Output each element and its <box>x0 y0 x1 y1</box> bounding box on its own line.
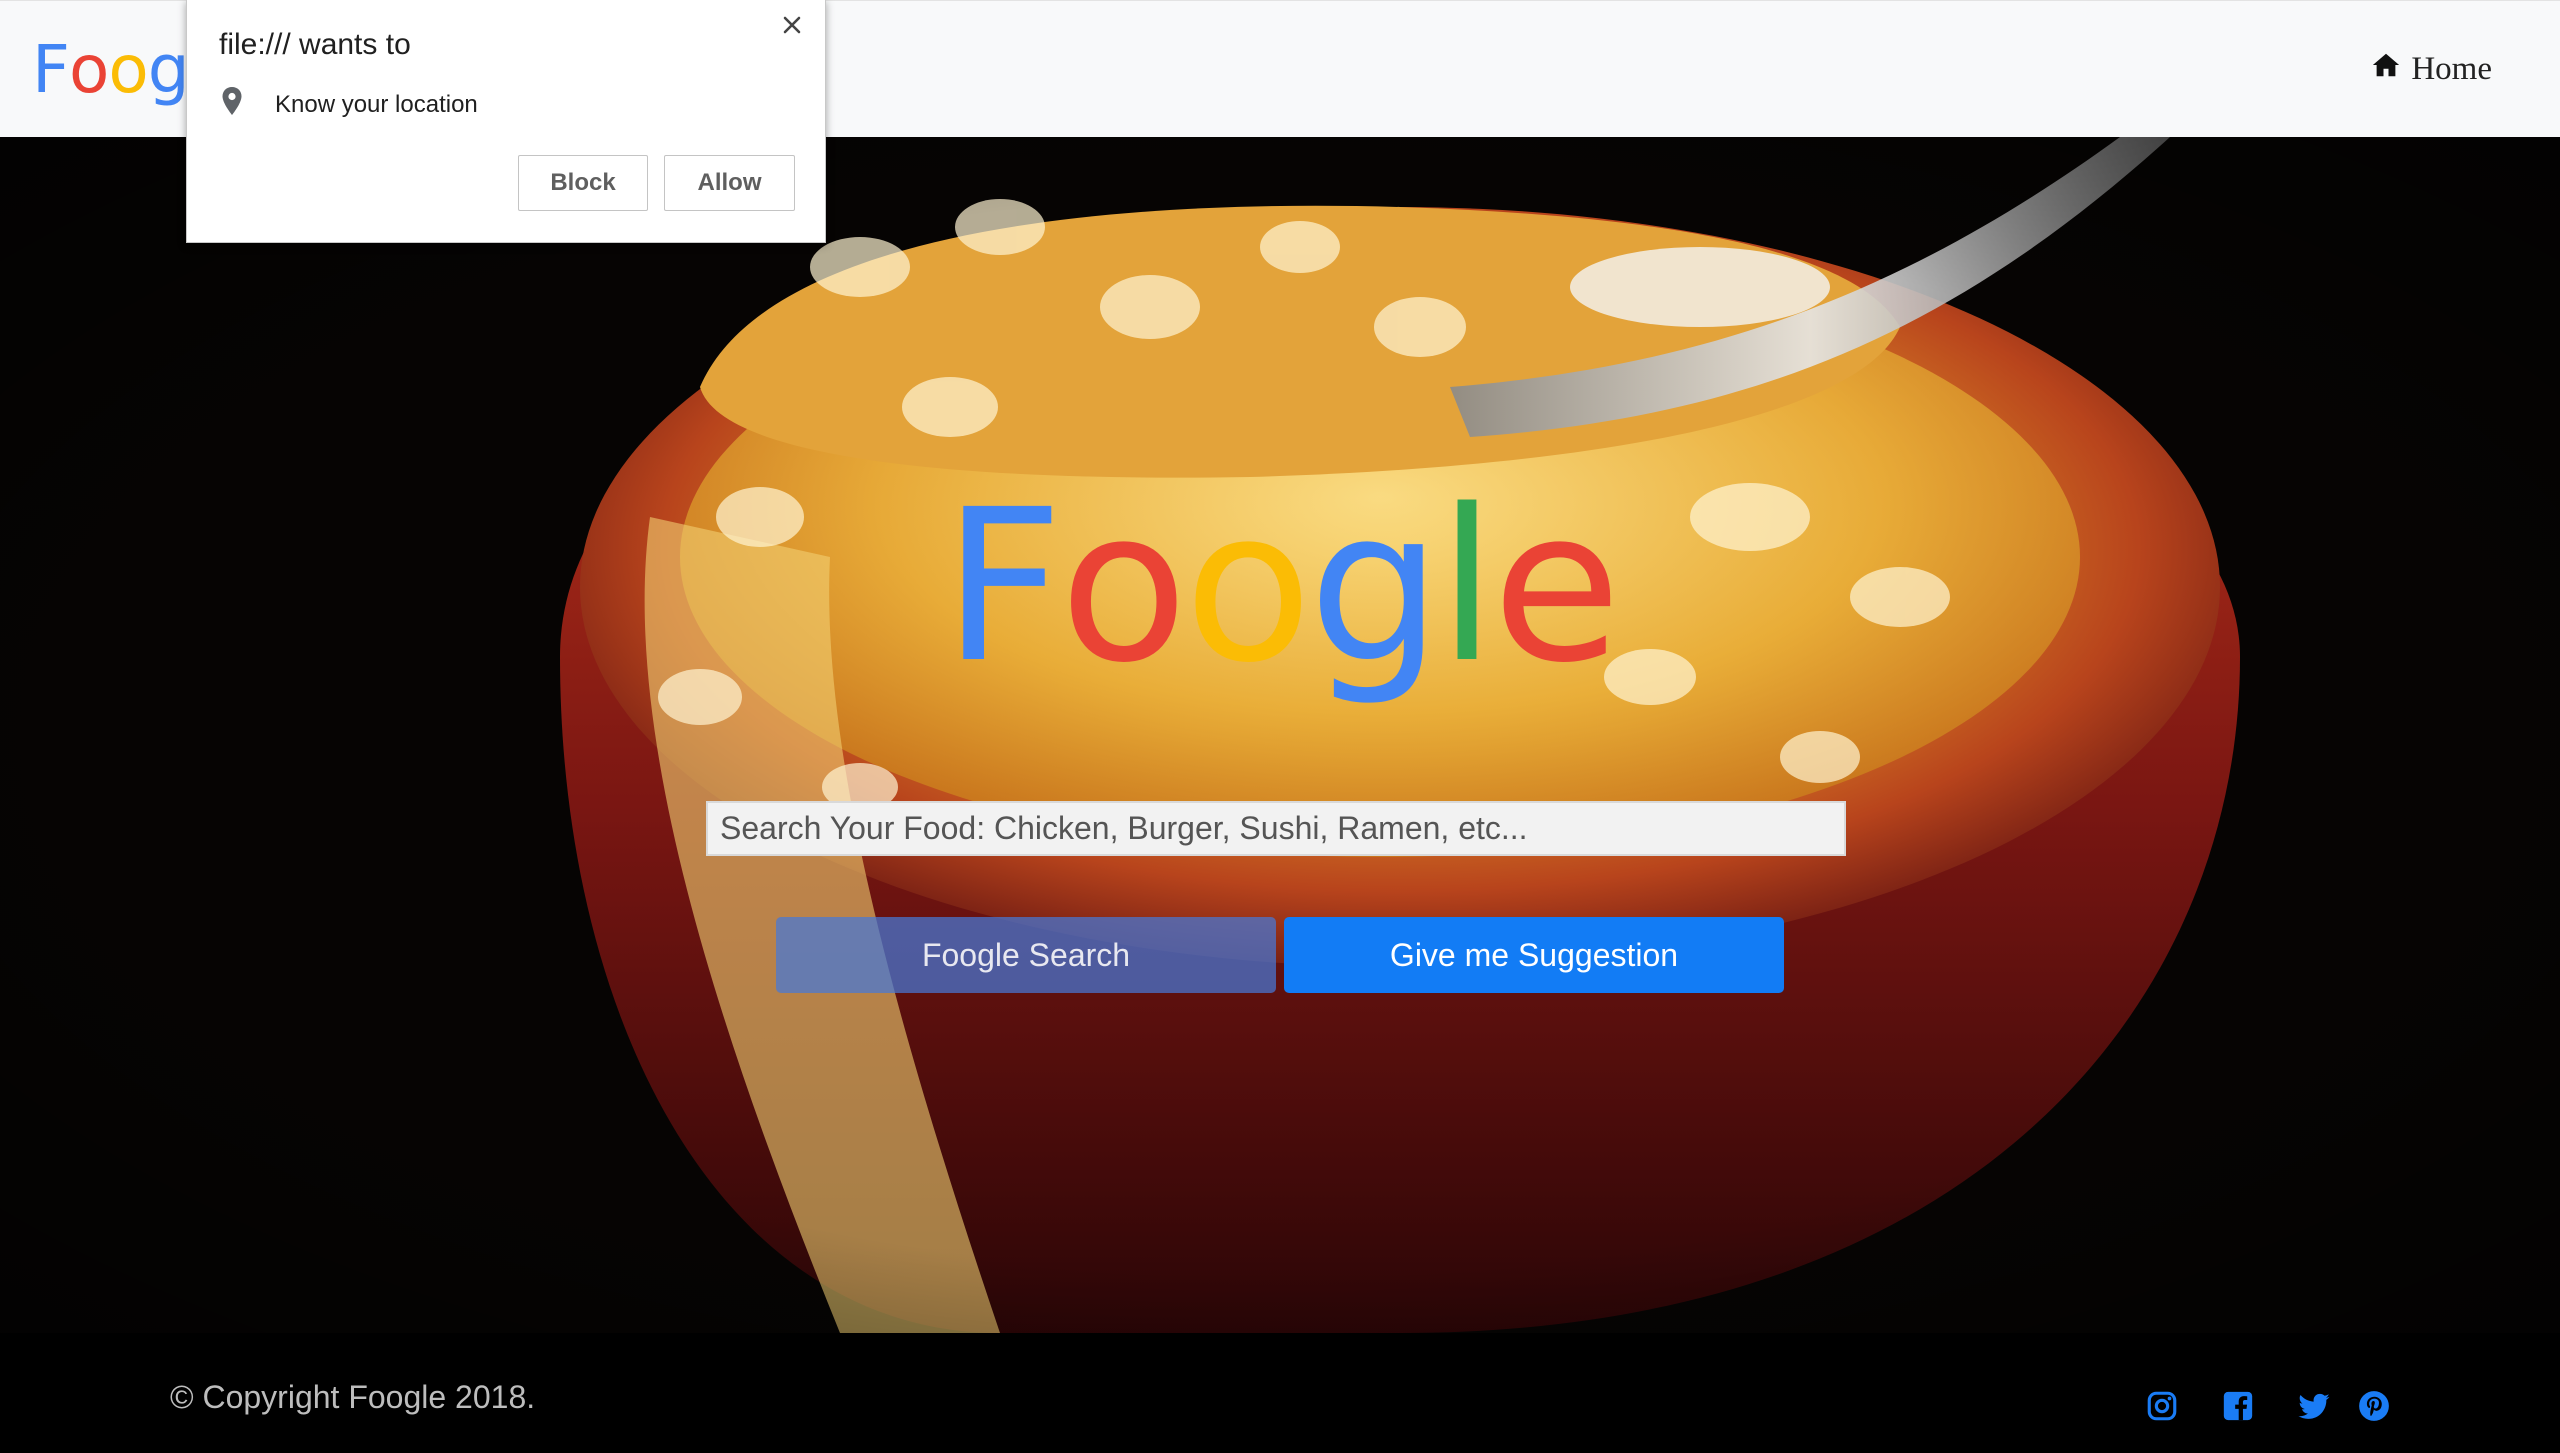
location-permission-popup: file:/// wants to Know your location Blo… <box>186 0 826 243</box>
give-me-suggestion-button[interactable]: Give me Suggestion <box>1284 917 1784 993</box>
pinterest-icon[interactable] <box>2357 1389 2391 1423</box>
block-button[interactable]: Block <box>518 155 648 211</box>
brand-letter-o1: o <box>68 30 109 108</box>
food-search-input[interactable] <box>706 801 1846 856</box>
facebook-icon[interactable] <box>2221 1389 2255 1423</box>
logo-letter-l: l <box>1437 464 1496 709</box>
copyright-text: © Copyright Foogle 2018. <box>170 1379 536 1415</box>
footer: © Copyright Foogle 2018. <box>0 1333 2560 1453</box>
foogle-search-button[interactable]: Foogle Search <box>776 917 1276 993</box>
hero-background-image <box>0 137 2560 1333</box>
home-icon <box>2371 50 2401 89</box>
close-icon[interactable] <box>777 10 807 40</box>
hero-foogle-logo: Foogle <box>0 482 2560 692</box>
brand-letter-g: g <box>147 30 190 108</box>
logo-letter-o2: o <box>1183 464 1313 709</box>
instagram-icon[interactable] <box>2145 1389 2179 1423</box>
permission-text: Know your location <box>275 90 478 118</box>
logo-letter-o1: o <box>1059 464 1188 709</box>
brand-letter-f: F <box>32 30 70 108</box>
logo-letter-e: e <box>1492 464 1621 709</box>
home-link-label: Home <box>2411 50 2492 87</box>
home-nav-link[interactable]: Home <box>2371 50 2492 89</box>
brand-letter-o2: o <box>108 30 148 108</box>
allow-button[interactable]: Allow <box>664 155 795 211</box>
hero-section: Foogle Foogle Search Give me Suggestion <box>0 137 2560 1333</box>
location-pin-icon <box>221 86 243 123</box>
twitter-icon[interactable] <box>2297 1389 2331 1423</box>
permission-row: Know your location <box>221 86 478 123</box>
logo-letter-g: g <box>1308 464 1441 709</box>
popup-title: file:/// wants to <box>219 28 411 61</box>
logo-letter-f: F <box>942 464 1064 709</box>
